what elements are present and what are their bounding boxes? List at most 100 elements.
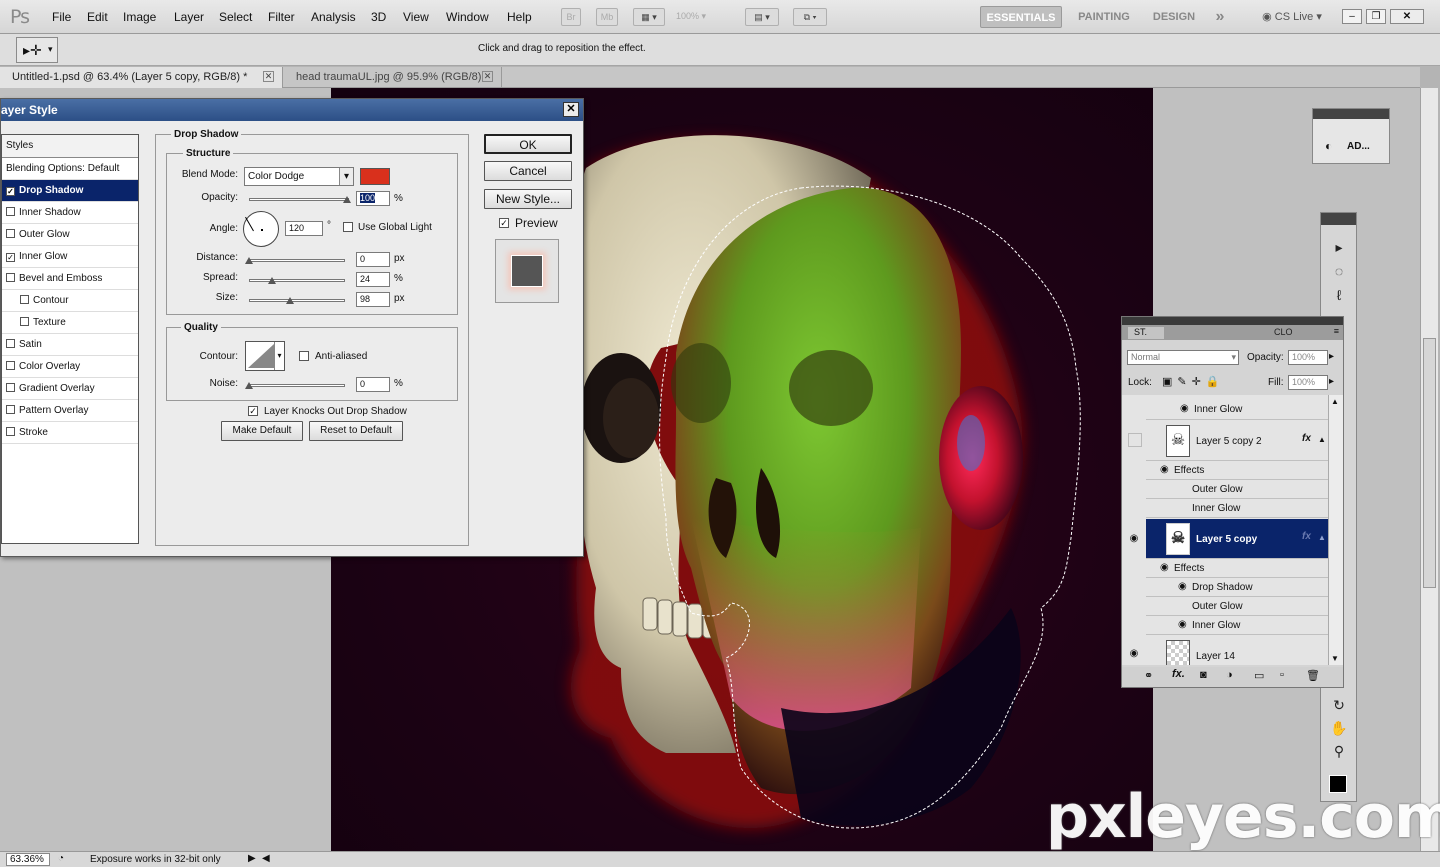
collapse-arrow-icon[interactable]: ▲ [1318, 435, 1326, 444]
more-workspaces-icon[interactable]: » [1208, 6, 1232, 28]
style-checkbox[interactable] [6, 207, 15, 216]
layers-scrollbar[interactable]: ▲ ▼ [1328, 395, 1343, 665]
adjustments-icon[interactable]: ◐ [1325, 139, 1332, 153]
move-tool-icon[interactable]: ▸ [1329, 237, 1349, 257]
reset-default-button[interactable]: Reset to Default [309, 421, 403, 441]
style-checkbox[interactable] [6, 405, 15, 414]
list-item[interactable]: Outer Glow [1146, 481, 1328, 499]
eye-icon[interactable]: ◉ [1126, 648, 1142, 662]
style-item-color-overlay[interactable]: Color Overlay [2, 356, 138, 378]
panel-header[interactable] [1313, 109, 1389, 119]
menu-window[interactable]: Window [446, 10, 489, 24]
close-icon[interactable]: ✕ [563, 102, 579, 117]
styles-header[interactable]: Styles [2, 135, 138, 158]
style-checkbox[interactable] [6, 427, 15, 436]
fx-icon[interactable]: fx [1302, 531, 1311, 542]
cancel-button[interactable]: Cancel [484, 161, 572, 181]
fill-arrow-icon[interactable]: ▸ [1329, 376, 1334, 387]
eye-icon[interactable]: ◉ [1160, 562, 1169, 573]
menu-analysis[interactable]: Analysis [311, 10, 356, 24]
size-slider[interactable] [249, 299, 345, 302]
eye-icon[interactable]: ◉ [1178, 581, 1187, 592]
menu-select[interactable]: Select [219, 10, 252, 24]
zoom-level[interactable]: 63.36% [6, 853, 50, 866]
adjustments-label[interactable]: AD... [1347, 141, 1370, 152]
minimize-icon[interactable]: – [1342, 9, 1362, 24]
style-item-outer-glow[interactable]: Outer Glow [2, 224, 138, 246]
panel-header[interactable] [1122, 317, 1343, 325]
lock-icons[interactable]: ▣✎✛🔒 [1162, 375, 1225, 388]
knocks-out-checkbox[interactable]: ✓ [248, 406, 258, 416]
spread-field[interactable]: 24 [356, 272, 390, 287]
style-item-satin[interactable]: Satin [2, 334, 138, 356]
size-field[interactable]: 98 [356, 292, 390, 307]
distance-field[interactable]: 0 [356, 252, 390, 267]
status-menu-icon[interactable]: ◔ [58, 853, 64, 864]
new-style-button[interactable]: New Style... [484, 189, 572, 209]
eye-icon[interactable]: ◉ [1126, 533, 1142, 547]
tab-clone[interactable]: CLO [1274, 327, 1293, 337]
menu-filter[interactable]: Filter [268, 10, 295, 24]
noise-slider[interactable] [249, 384, 345, 387]
foreground-color-swatch[interactable] [1329, 775, 1347, 793]
trash-icon[interactable]: 🗑 [1306, 669, 1320, 682]
bridge-button[interactable]: Br [561, 8, 581, 26]
noise-slider-handle[interactable] [245, 382, 253, 389]
lasso-tool-icon[interactable]: ℓ [1329, 285, 1349, 305]
workspace-essentials[interactable]: ESSENTIALS [980, 6, 1062, 28]
style-checkbox[interactable] [20, 317, 29, 326]
view-extras-button[interactable]: ▦ ▾ [633, 8, 665, 26]
size-slider-handle[interactable] [286, 297, 294, 304]
close-icon[interactable]: ✕ [482, 71, 493, 82]
tab-head-trauma[interactable]: head traumaUL.jpg @ 95.9% (RGB/8) ✕ [284, 67, 502, 88]
tab-styles[interactable]: ST. [1128, 327, 1164, 339]
style-checkbox[interactable]: ✓ [6, 253, 15, 262]
workspace-painting[interactable]: PAINTING [1070, 6, 1138, 28]
tab-untitled-1[interactable]: Untitled-1.psd @ 63.4% (Layer 5 copy, RG… [0, 67, 283, 88]
eye-icon[interactable]: ◉ [1178, 619, 1187, 630]
arrange-documents-button[interactable]: ▤ ▾ [745, 8, 779, 26]
style-item-texture[interactable]: Texture [2, 312, 138, 334]
adjustment-layer-icon[interactable]: ◑ [1226, 669, 1233, 681]
panel-header[interactable] [1321, 213, 1356, 225]
opacity-arrow-icon[interactable]: ▸ [1329, 351, 1334, 362]
scroll-down-icon[interactable]: ▼ [1331, 654, 1339, 663]
opacity-slider[interactable] [249, 198, 349, 201]
global-light-checkbox[interactable] [343, 222, 353, 232]
scroll-up-icon[interactable]: ▲ [1331, 397, 1339, 406]
layer-fill-field[interactable]: 100% [1288, 375, 1328, 390]
menu-layer[interactable]: Layer [174, 10, 204, 24]
ok-button[interactable]: OK [484, 134, 572, 154]
list-item[interactable]: ◉ Inner Glow [1146, 400, 1328, 420]
zoom-level-field[interactable]: 100% ▾ [676, 8, 734, 26]
style-checkbox[interactable] [6, 229, 15, 238]
preview-checkbox[interactable]: ✓ [499, 218, 509, 228]
layer-row-layer14[interactable]: Layer 14 [1146, 636, 1328, 665]
list-item[interactable]: ◉ Drop Shadow [1146, 579, 1328, 597]
anti-aliased-checkbox[interactable] [299, 351, 309, 361]
add-mask-icon[interactable]: ◙ [1200, 669, 1207, 681]
style-item-pattern-overlay[interactable]: Pattern Overlay [2, 400, 138, 422]
menu-view[interactable]: View [403, 10, 429, 24]
visibility-toggle[interactable] [1128, 433, 1142, 447]
dialog-titlebar[interactable]: ayer Style ✕ [1, 99, 583, 121]
new-group-icon[interactable]: ▭ [1254, 669, 1264, 682]
eye-icon[interactable]: ◉ [1180, 403, 1189, 414]
close-app-icon[interactable]: ✕ [1390, 9, 1424, 24]
mini-bridge-button[interactable]: Mb [596, 8, 618, 26]
opacity-field[interactable]: 100 [356, 191, 390, 206]
noise-field[interactable]: 0 [356, 377, 390, 392]
distance-slider[interactable] [249, 259, 345, 262]
style-item-drop-shadow[interactable]: ✓ Drop Shadow [2, 180, 138, 202]
style-item-gradient-overlay[interactable]: Gradient Overlay [2, 378, 138, 400]
layer-row-layer5copy[interactable]: ☠ Layer 5 copy fx ▲ [1146, 519, 1328, 559]
new-layer-icon[interactable]: ▫ [1280, 669, 1284, 681]
list-item[interactable]: ◉ Effects [1146, 462, 1328, 480]
layer-blend-mode-select[interactable]: Normal ▾ [1127, 350, 1239, 365]
style-checkbox[interactable]: ✓ [6, 187, 15, 196]
scrollbar-thumb[interactable] [1423, 338, 1436, 588]
blend-mode-select[interactable]: Color Dodge ▾ [244, 167, 354, 186]
cs-live-button[interactable]: ◉ CS Live ▾ [1252, 6, 1332, 28]
angle-field[interactable]: 120 [285, 221, 323, 236]
rotate-view-icon[interactable]: ↻ [1329, 695, 1349, 715]
